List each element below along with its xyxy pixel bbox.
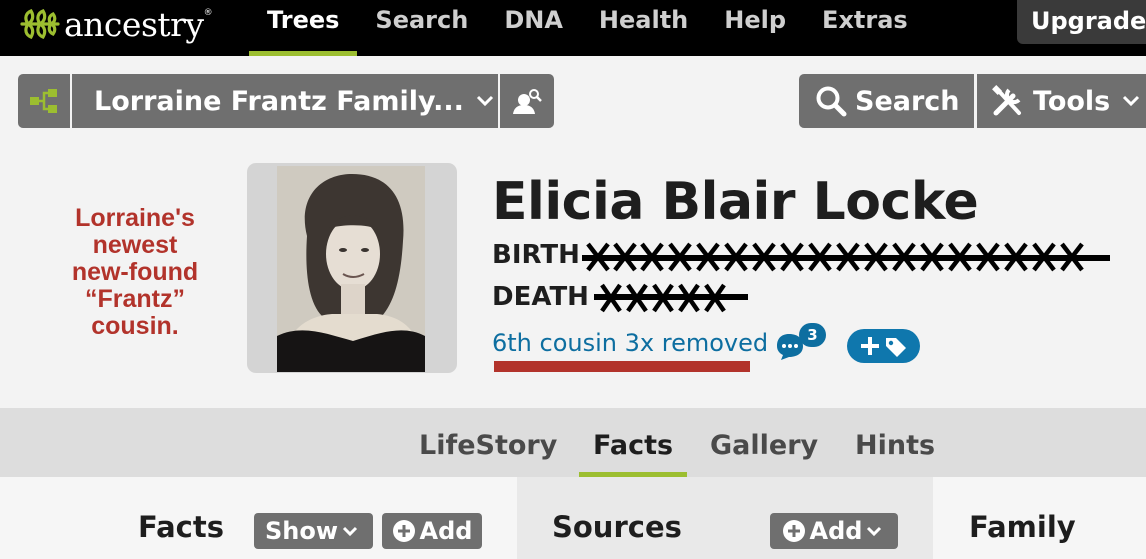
top-navigation-bar: ancestry ® Trees Search DNA Health Help …	[0, 0, 1146, 56]
leaf-icon	[20, 9, 60, 39]
relationship-highlight	[494, 361, 750, 372]
upgrade-button[interactable]: Upgrade	[1017, 0, 1146, 44]
tools-icon	[992, 85, 1021, 116]
nav-help[interactable]: Help	[706, 0, 804, 56]
logo-trademark: ®	[203, 8, 213, 18]
nav-search[interactable]: Search	[357, 0, 486, 56]
nav-trees[interactable]: Trees	[249, 0, 358, 56]
tab-lifestory[interactable]: LifeStory	[419, 408, 557, 477]
portrait-photo	[277, 166, 425, 372]
redaction-scribble	[594, 283, 748, 313]
death-fact: DEATH	[492, 282, 589, 312]
nav-dna[interactable]: DNA	[486, 0, 581, 56]
search-button[interactable]: Search	[799, 74, 974, 128]
logo-wordmark: ancestry	[64, 4, 204, 44]
profile-photo[interactable]	[247, 163, 457, 373]
annotation-line: newest	[92, 231, 178, 259]
add-tag-button[interactable]	[847, 329, 920, 363]
search-button-label: Search	[855, 85, 960, 117]
chevron-down-icon	[1123, 95, 1140, 107]
birth-label: BIRTH	[492, 240, 580, 270]
tree-name: Lorraine Frantz Family...	[94, 85, 464, 117]
person-search-icon	[513, 89, 542, 114]
nav-health[interactable]: Health	[581, 0, 706, 56]
relationship-link[interactable]: 6th cousin 3x removed	[492, 329, 768, 357]
sources-add-label: Add	[809, 517, 863, 545]
add-tag-icon	[860, 337, 906, 357]
comment-count-badge: 3	[799, 323, 826, 347]
tree-selector-dropdown[interactable]: Lorraine Frantz Family...	[72, 74, 498, 128]
tree-icon	[30, 89, 57, 113]
tab-gallery[interactable]: Gallery	[710, 408, 818, 477]
tree-view-button[interactable]	[18, 74, 70, 128]
annotation-line: “Frantz”	[85, 285, 185, 313]
redaction-scribble	[582, 242, 1110, 272]
sources-heading: Sources	[552, 510, 682, 544]
ancestry-logo[interactable]: ancestry ®	[18, 4, 213, 44]
tab-facts[interactable]: Facts	[578, 408, 688, 477]
person-search-button[interactable]	[500, 74, 554, 128]
facts-show-label: Show	[264, 517, 339, 545]
person-name: Elicia Blair Locke	[492, 172, 979, 232]
plus-circle-icon	[392, 520, 415, 542]
tools-button-label: Tools	[1033, 85, 1111, 117]
facts-show-button[interactable]: Show	[254, 513, 373, 549]
facts-add-label: Add	[419, 517, 473, 545]
sources-add-button[interactable]: Add	[770, 513, 898, 549]
main-nav-links: Trees Search DNA Health Help Extras	[249, 0, 926, 56]
tab-hints[interactable]: Hints	[855, 408, 935, 477]
nav-extras[interactable]: Extras	[804, 0, 926, 56]
search-icon	[816, 86, 847, 117]
facts-add-button[interactable]: Add	[382, 513, 482, 549]
family-heading: Family	[969, 510, 1076, 544]
birth-fact: BIRTH	[492, 240, 580, 270]
chevron-down-icon	[867, 526, 882, 536]
chevron-down-icon	[476, 95, 493, 107]
annotation-line: Lorraine's	[75, 204, 195, 232]
facts-heading: Facts	[138, 510, 224, 544]
profile-tab-bar	[0, 408, 1146, 477]
tools-dropdown[interactable]: Tools	[977, 74, 1146, 128]
annotation-line: new-found	[71, 258, 199, 286]
chevron-down-icon	[342, 526, 358, 536]
plus-circle-icon	[782, 520, 805, 542]
death-label: DEATH	[492, 282, 589, 312]
cousin-annotation: Lorraine's newest new-found “Frantz” cou…	[40, 205, 230, 340]
annotation-line: cousin.	[91, 312, 179, 340]
